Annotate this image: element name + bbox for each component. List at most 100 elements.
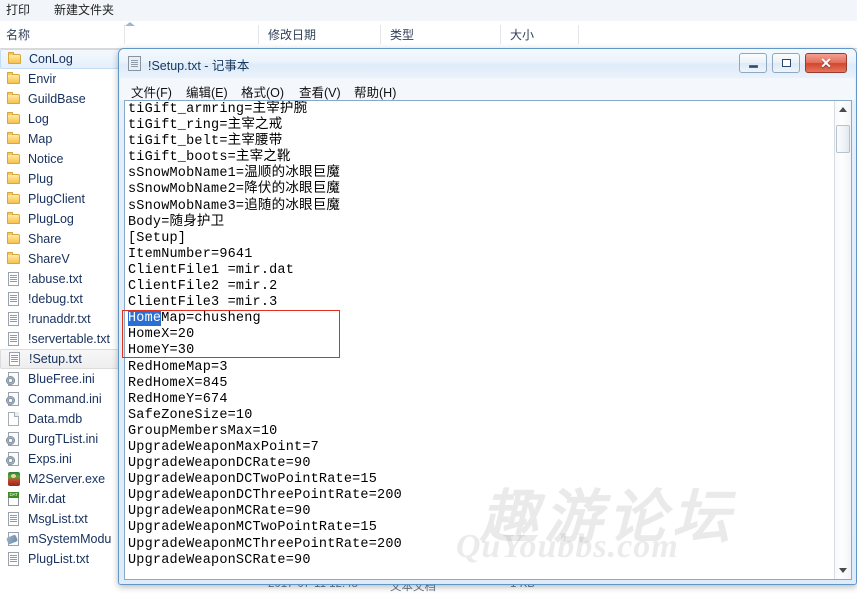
close-button[interactable]: ✕: [805, 53, 847, 73]
sort-ascending-icon: [125, 22, 135, 26]
file-list-item[interactable]: ShareV: [0, 249, 124, 269]
file-name-label: !abuse.txt: [28, 272, 83, 286]
file-list-item[interactable]: Mir.dat: [0, 489, 124, 509]
file-list-item[interactable]: Data.mdb: [0, 409, 124, 429]
notepad-window[interactable]: !Setup.txt - 记事本 ✕ 文件(F) 编辑(E) 格式(O) 查看(…: [118, 48, 857, 585]
file-list-item[interactable]: Command.ini: [0, 389, 124, 409]
column-header-size[interactable]: 大小: [510, 26, 534, 43]
file-name-label: MsgList.txt: [28, 512, 88, 526]
file-list-item[interactable]: Notice: [0, 149, 124, 169]
menu-file[interactable]: 文件(F): [128, 81, 175, 102]
folder-icon: [6, 92, 22, 106]
selected-text[interactable]: Home: [128, 311, 162, 327]
folder-icon: [6, 172, 22, 186]
scrollbar-thumb[interactable]: [836, 125, 850, 153]
file-name-label: GuildBase: [28, 92, 86, 106]
file-list-item[interactable]: mSystemModu: [0, 529, 124, 549]
explorer-toolbar: 打印 新建文件夹: [0, 0, 857, 22]
ini-file-icon: [6, 432, 22, 446]
folder-icon: [7, 52, 23, 66]
file-name-label: Mir.dat: [28, 492, 66, 506]
maximize-icon: [773, 54, 799, 72]
vertical-scrollbar[interactable]: [834, 101, 851, 579]
column-divider[interactable]: [500, 25, 501, 44]
file-list-item[interactable]: Map: [0, 129, 124, 149]
file-list-item[interactable]: !servertable.txt: [0, 329, 124, 349]
column-divider[interactable]: [124, 25, 125, 44]
new-folder-button[interactable]: 新建文件夹: [54, 2, 114, 19]
library-file-icon: [6, 532, 22, 546]
file-list-item[interactable]: GuildBase: [0, 89, 124, 109]
maximize-button[interactable]: [772, 53, 800, 73]
scroll-down-icon[interactable]: [835, 562, 851, 579]
file-list-item[interactable]: Log: [0, 109, 124, 129]
file-list-item[interactable]: M2Server.exe: [0, 469, 124, 489]
text-file-icon: [6, 272, 22, 286]
notepad-document-icon: [128, 56, 141, 71]
file-name-label: Command.ini: [28, 392, 102, 406]
file-name-label: Data.mdb: [28, 412, 83, 426]
notepad-frame: !Setup.txt - 记事本 ✕ 文件(F) 编辑(E) 格式(O) 查看(…: [119, 49, 856, 584]
menu-help[interactable]: 帮助(H): [351, 81, 399, 102]
file-list-item[interactable]: Exps.ini: [0, 449, 124, 469]
file-name-label: Share: [28, 232, 62, 246]
column-divider[interactable]: [578, 25, 579, 44]
folder-icon: [6, 232, 22, 246]
file-list-item[interactable]: PlugLog: [0, 209, 124, 229]
file-name-label: ConLog: [29, 52, 73, 66]
file-list-item[interactable]: MsgList.txt: [0, 509, 124, 529]
folder-icon: [6, 72, 22, 86]
file-name-label: !runaddr.txt: [28, 312, 91, 326]
folder-icon: [6, 252, 22, 266]
file-list-item[interactable]: PlugClient: [0, 189, 124, 209]
file-list-item[interactable]: Envir: [0, 69, 124, 89]
text-file-icon: [6, 552, 22, 566]
notepad-title-bar[interactable]: !Setup.txt - 记事本 ✕: [119, 49, 856, 78]
notepad-text-area[interactable]: tiGift_armring=主宰护腕 tiGift_ring=主宰之戒 tiG…: [124, 100, 852, 580]
file-list-item[interactable]: ConLog: [0, 49, 124, 69]
text-file-icon: [6, 312, 22, 326]
notepad-text-content[interactable]: tiGift_armring=主宰护腕 tiGift_ring=主宰之戒 tiG…: [128, 102, 402, 569]
file-list-item[interactable]: Share: [0, 229, 124, 249]
menu-edit[interactable]: 编辑(E): [183, 81, 231, 102]
column-header-name[interactable]: 名称: [6, 26, 30, 43]
file-list-item[interactable]: PlugList.txt: [0, 549, 124, 569]
file-list-item[interactable]: Plug: [0, 169, 124, 189]
file-list-item[interactable]: !debug.txt: [0, 289, 124, 309]
file-name-label: PlugList.txt: [28, 552, 90, 566]
file-name-label: !debug.txt: [28, 292, 83, 306]
column-header-type[interactable]: 类型: [390, 26, 414, 43]
column-divider[interactable]: [258, 25, 259, 44]
file-name-label: !Setup.txt: [29, 352, 82, 366]
ini-file-icon: [6, 392, 22, 406]
file-list-item[interactable]: !runaddr.txt: [0, 309, 124, 329]
file-name-label: Plug: [28, 172, 54, 186]
window-title: !Setup.txt - 记事本: [148, 59, 250, 73]
file-name-label: mSystemModu: [28, 532, 112, 546]
file-list-item[interactable]: !abuse.txt: [0, 269, 124, 289]
minimize-button[interactable]: [739, 53, 767, 73]
menu-view[interactable]: 查看(V): [296, 81, 344, 102]
text-file-icon: [6, 292, 22, 306]
folder-icon: [6, 132, 22, 146]
folder-icon: [6, 152, 22, 166]
file-name-label: Log: [28, 112, 49, 126]
folder-icon: [6, 112, 22, 126]
file-list-item[interactable]: !Setup.txt: [0, 349, 124, 369]
file-list-item[interactable]: BlueFree.ini: [0, 369, 124, 389]
print-button[interactable]: 打印: [6, 2, 30, 19]
minimize-icon: [740, 54, 766, 72]
notepad-menu-bar: 文件(F) 编辑(E) 格式(O) 查看(V) 帮助(H): [120, 78, 855, 100]
column-header-modified-date[interactable]: 修改日期: [268, 26, 316, 43]
scroll-up-icon[interactable]: [835, 101, 851, 118]
folder-icon: [6, 192, 22, 206]
dat-file-icon: [6, 492, 22, 506]
file-name-label: PlugClient: [28, 192, 85, 206]
file-list-item[interactable]: DurgTList.ini: [0, 429, 124, 449]
menu-format[interactable]: 格式(O): [238, 81, 287, 102]
column-divider[interactable]: [380, 25, 381, 44]
text-file-icon: [6, 512, 22, 526]
file-list: ConLog Envir GuildBase Log Map Notice Plug Plug…: [0, 49, 124, 592]
folder-icon: [6, 212, 22, 226]
close-icon: ✕: [820, 54, 832, 71]
